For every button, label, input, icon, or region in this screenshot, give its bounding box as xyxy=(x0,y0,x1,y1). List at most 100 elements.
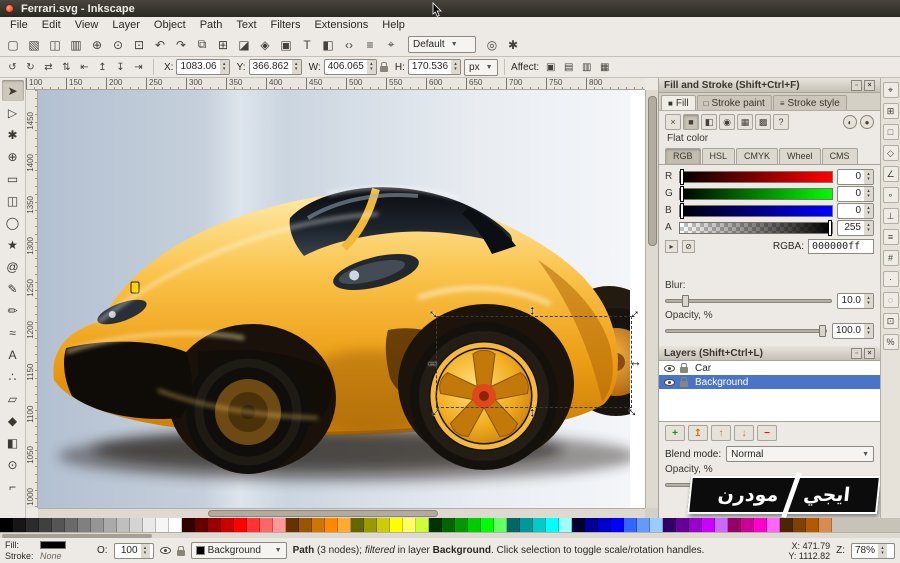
color-managed-icon[interactable]: ⊘ xyxy=(682,240,695,253)
layer-visibility-icon[interactable] xyxy=(664,365,675,372)
paint-flat-button[interactable]: ■ xyxy=(683,114,699,130)
scale-handle-top-right[interactable]: ↔ xyxy=(625,305,641,321)
units-dropdown[interactable]: px▼ xyxy=(464,59,498,76)
channel-slider[interactable] xyxy=(679,188,833,200)
paste-icon[interactable]: ⊞ xyxy=(213,35,233,55)
open-document-icon[interactable]: ▧ xyxy=(24,35,44,55)
palette-swatch[interactable] xyxy=(780,518,793,532)
opacity-spinbox[interactable]: 100.0▴▾ xyxy=(832,323,874,339)
menu-item[interactable]: Path xyxy=(193,17,230,33)
palette-swatch[interactable] xyxy=(156,518,169,532)
palette-swatch[interactable] xyxy=(494,518,507,532)
xml-editor-icon[interactable]: ‹› xyxy=(339,35,359,55)
affect-move-icon[interactable]: ▣ xyxy=(542,59,559,76)
undo-icon[interactable]: ↶ xyxy=(150,35,170,55)
palette-swatch[interactable] xyxy=(689,518,702,532)
save-document-icon[interactable]: ◫ xyxy=(45,35,65,55)
paint-pattern-button[interactable]: ▦ xyxy=(737,114,753,130)
style-preset-dropdown[interactable]: Default ▼ xyxy=(408,36,476,53)
snap-grid-icon[interactable]: ◌ xyxy=(883,292,899,308)
lower-layer-button[interactable]: ↓ xyxy=(734,425,754,441)
y-spinbox[interactable]: 366.862▴▾ xyxy=(249,59,302,75)
palette-swatch[interactable] xyxy=(754,518,767,532)
paint-radial-gradient-button[interactable]: ◉ xyxy=(719,114,735,130)
palette-swatch[interactable] xyxy=(819,518,832,532)
raise-layer-to-top-button[interactable]: ↥ xyxy=(688,425,708,441)
new-layer-button[interactable]: + xyxy=(665,425,685,441)
snap-icon[interactable]: ⌖ xyxy=(381,35,401,55)
zoom-spinbox[interactable]: 78%▴▾ xyxy=(851,543,895,559)
lower-icon[interactable]: ↧ xyxy=(112,59,129,76)
fill-stroke-tab[interactable]: □ Stroke paint xyxy=(697,95,772,110)
layer-visibility-icon[interactable] xyxy=(664,379,675,386)
snap-midpoints-icon[interactable]: ≡ xyxy=(883,229,899,245)
vertical-scrollbar-thumb[interactable] xyxy=(648,96,657,246)
affect-corners-icon[interactable]: ▥ xyxy=(578,59,595,76)
layer-row[interactable]: Background xyxy=(659,375,880,389)
paint-unknown-button[interactable]: ? xyxy=(773,114,789,130)
node-tool[interactable]: ▷ xyxy=(2,102,24,123)
palette-swatch[interactable] xyxy=(767,518,780,532)
menu-item[interactable]: Filters xyxy=(264,17,308,33)
color-picker-icon[interactable]: ▸ xyxy=(665,240,678,253)
palette-swatch[interactable] xyxy=(624,518,637,532)
palette-swatch[interactable] xyxy=(390,518,403,532)
zoom-tool[interactable]: ⊕ xyxy=(2,146,24,167)
palette-swatch[interactable] xyxy=(663,518,676,532)
palette-swatch[interactable] xyxy=(715,518,728,532)
palette-swatch[interactable] xyxy=(416,518,429,532)
palette-swatch[interactable] xyxy=(546,518,559,532)
horizontal-ruler[interactable]: 1001502002503003504004505005506006507007… xyxy=(26,78,645,90)
channel-spinbox[interactable]: 0▴▾ xyxy=(837,169,874,185)
align-dialog-icon[interactable]: ≡ xyxy=(360,35,380,55)
horizontal-scrollbar[interactable] xyxy=(38,508,645,518)
palette-swatch[interactable] xyxy=(143,518,156,532)
copy-icon[interactable]: ⧉ xyxy=(192,35,212,55)
palette-swatch[interactable] xyxy=(806,518,819,532)
layers-panel-title[interactable]: Layers (Shift+Ctrl+L) ▫ × xyxy=(659,346,880,361)
color-space-tab[interactable]: HSL xyxy=(702,148,736,164)
color-space-tab[interactable]: CMS xyxy=(822,148,858,164)
palette-swatch[interactable] xyxy=(728,518,741,532)
delete-layer-button[interactable]: − xyxy=(757,425,777,441)
color-space-tab[interactable]: RGB xyxy=(665,148,701,164)
selection-opacity-spinbox[interactable]: 100▴▾ xyxy=(114,543,154,559)
layer-lock-icon[interactable] xyxy=(680,367,688,373)
palette-swatch[interactable] xyxy=(793,518,806,532)
fill-stroke-tab[interactable]: ■ Fill xyxy=(661,95,696,110)
current-layer-dropdown[interactable]: Background ▼ xyxy=(191,542,287,559)
text-dialog-icon[interactable]: T xyxy=(297,35,317,55)
blend-mode-dropdown[interactable]: Normal ▼ xyxy=(726,446,874,462)
duplicate-icon[interactable]: ◪ xyxy=(234,35,254,55)
text-tool[interactable]: A xyxy=(2,344,24,365)
rgba-input[interactable] xyxy=(808,239,874,254)
zoom-drawing-icon[interactable]: ⊙ xyxy=(108,35,128,55)
snap-guides-icon[interactable]: ⊡ xyxy=(883,313,899,329)
menu-item[interactable]: File xyxy=(3,17,35,33)
palette-swatch[interactable] xyxy=(299,518,312,532)
palette-swatch[interactable] xyxy=(286,518,299,532)
palette-swatch[interactable] xyxy=(455,518,468,532)
palette-swatch[interactable] xyxy=(13,518,26,532)
palette-swatch[interactable] xyxy=(559,518,572,532)
snap-centers-icon[interactable]: # xyxy=(883,250,899,266)
layer-visibility-toggle[interactable] xyxy=(160,547,171,554)
paint-none-button[interactable]: × xyxy=(665,114,681,130)
rotate-cw-icon[interactable]: ↻ xyxy=(22,59,39,76)
palette-swatch[interactable] xyxy=(195,518,208,532)
car-illustration[interactable] xyxy=(38,90,630,508)
flip-vertical-icon[interactable]: ⇅ xyxy=(58,59,75,76)
palette-swatch[interactable] xyxy=(338,518,351,532)
menu-item[interactable]: Text xyxy=(229,17,263,33)
palette-swatch[interactable] xyxy=(676,518,689,532)
palette-swatch[interactable] xyxy=(442,518,455,532)
snap-paths-icon[interactable]: ∘ xyxy=(883,187,899,203)
palette-swatch[interactable] xyxy=(598,518,611,532)
channel-slider[interactable] xyxy=(679,171,833,183)
panel-close-button[interactable]: × xyxy=(864,80,875,91)
palette-swatch[interactable] xyxy=(91,518,104,532)
selector-tool[interactable]: ➤ xyxy=(2,80,24,101)
connector-tool[interactable]: ⌐ xyxy=(2,476,24,497)
palette-swatch[interactable] xyxy=(208,518,221,532)
selection-marquee[interactable]: ↔ ↔ ↔ ↔ ↔ ↔ ↔ ↔ xyxy=(436,316,632,408)
